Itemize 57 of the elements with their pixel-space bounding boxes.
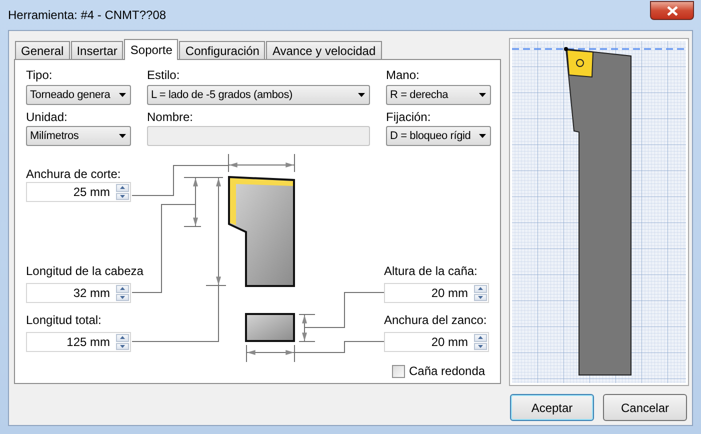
dimension-label: Longitud total: <box>26 313 102 328</box>
down-arrow-icon <box>120 296 125 299</box>
down-arrow-icon <box>120 344 125 348</box>
tab[interactable]: Avance y velocidad <box>266 41 382 59</box>
field-label: Fijación: <box>386 110 432 125</box>
spin-field[interactable]: 125 mm <box>26 332 131 352</box>
dimension-label: Longitud de la cabeza <box>26 264 144 279</box>
field-label: Tipo: <box>26 68 54 83</box>
spin-field[interactable]: 20 mm <box>384 332 489 352</box>
dimension-line <box>298 314 316 342</box>
up-arrow-icon <box>120 186 125 190</box>
close-icon <box>666 6 678 16</box>
dropdown[interactable]: R = derecha <box>386 85 491 105</box>
field-label: Unidad: <box>26 110 68 125</box>
dimension-label: Anchura de corte: <box>26 167 121 182</box>
caret-icon <box>479 93 486 97</box>
spin-up-button[interactable] <box>116 334 129 342</box>
tool-section-drawing <box>245 313 295 342</box>
caret-icon <box>358 93 365 97</box>
spin-field[interactable]: 20 mm <box>384 283 489 303</box>
caret-icon <box>119 93 126 97</box>
dialog-button[interactable]: Aceptar <box>510 394 594 421</box>
tab[interactable]: General <box>15 41 70 59</box>
dropdown[interactable]: L = lado de -5 grados (ambos) <box>147 85 370 105</box>
dimension-line <box>228 154 295 172</box>
dropdown[interactable]: Milímetros <box>26 126 131 146</box>
spin-up-button[interactable] <box>474 285 487 292</box>
spin-field[interactable]: 25 mm <box>26 182 131 202</box>
field-label: Estilo: <box>147 68 181 83</box>
up-arrow-icon <box>478 336 483 340</box>
up-arrow-icon <box>478 287 483 290</box>
dropdown[interactable]: Torneado genera <box>26 85 131 105</box>
down-arrow-icon <box>120 194 125 198</box>
dimension-label: Altura de la caña: <box>384 264 478 279</box>
checkbox-label: Caña redonda <box>409 363 486 380</box>
spin-up-button[interactable] <box>116 285 129 292</box>
tab[interactable]: Insertar <box>70 41 124 59</box>
tab[interactable]: Soporte <box>124 39 178 60</box>
field-label: Mano: <box>386 68 420 83</box>
down-arrow-icon <box>478 344 483 348</box>
up-arrow-icon <box>120 336 125 340</box>
dimension-label: Anchura del zanco: <box>384 313 487 328</box>
close-button[interactable] <box>650 1 694 20</box>
spin-field[interactable]: 32 mm <box>26 283 131 303</box>
up-arrow-icon <box>120 287 125 290</box>
window-title: Herramienta: #4 - CNMT??08 <box>8 7 166 24</box>
checkbox[interactable] <box>392 364 405 378</box>
field-label: Nombre: <box>147 110 194 125</box>
spin-up-button[interactable] <box>116 184 129 192</box>
down-arrow-icon <box>478 296 483 299</box>
caret-icon <box>119 134 126 138</box>
dialog-button[interactable]: Cancelar <box>603 394 687 421</box>
spin-up-button[interactable] <box>474 334 487 342</box>
dropdown[interactable]: D = bloqueo rígid <box>386 126 491 146</box>
caret-icon <box>479 134 486 138</box>
tab[interactable]: Configuración <box>179 41 266 59</box>
dimension-line <box>246 344 295 362</box>
